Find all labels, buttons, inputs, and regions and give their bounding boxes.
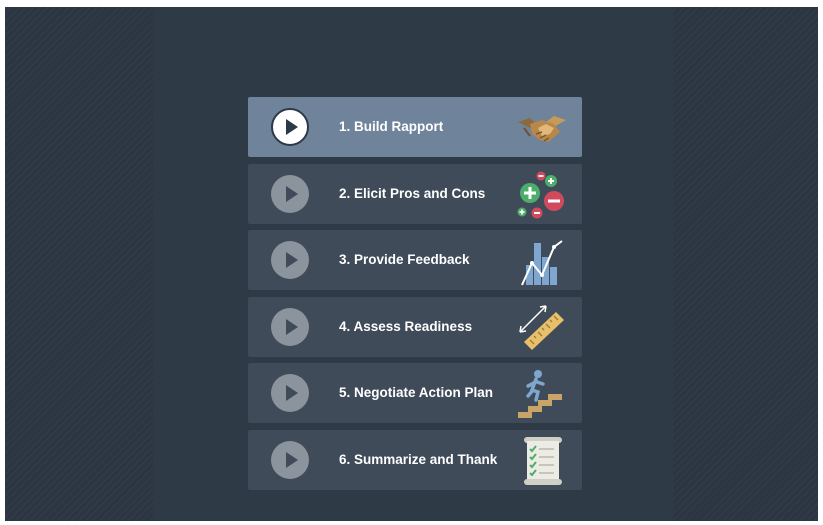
climbing-stairs-icon (516, 368, 568, 420)
menu-item-label: 2. Elicit Pros and Cons (339, 185, 486, 201)
play-icon[interactable] (271, 241, 309, 280)
menu-item-label: 1. Build Rapport (339, 119, 444, 134)
play-icon[interactable] (271, 440, 309, 479)
menu-item-summarize-and-thank[interactable]: 6. Summarize and Thank (248, 429, 582, 490)
bar-line-chart-icon (516, 235, 568, 287)
menu-item-provide-feedback[interactable]: 3. Provide Feedback (248, 230, 582, 291)
play-icon[interactable] (271, 374, 309, 413)
plus-minus-icon (516, 169, 568, 221)
menu-item-build-rapport[interactable]: 1. Build Rapport (248, 97, 582, 157)
play-icon[interactable] (271, 108, 309, 146)
handshake-icon (516, 102, 568, 154)
menu-item-label: 4. Assess Readiness (339, 318, 473, 334)
module-menu: 1. Build Rapport 2. Elicit Pros and Cons (248, 97, 582, 497)
checklist-scroll-icon (516, 435, 568, 487)
menu-item-label: 3. Provide Feedback (339, 252, 470, 268)
menu-item-label: 6. Summarize and Thank (339, 451, 498, 467)
menu-item-assess-readiness[interactable]: 4. Assess Readiness (248, 296, 582, 357)
play-icon[interactable] (271, 307, 309, 346)
ruler-measure-icon (516, 302, 568, 354)
play-icon[interactable] (271, 174, 309, 213)
app-frame: 1. Build Rapport 2. Elicit Pros and Cons (5, 7, 818, 521)
menu-item-elicit-pros-and-cons[interactable]: 2. Elicit Pros and Cons (248, 163, 582, 224)
menu-item-negotiate-action-plan[interactable]: 5. Negotiate Action Plan (248, 363, 582, 424)
menu-item-label: 5. Negotiate Action Plan (339, 385, 494, 401)
